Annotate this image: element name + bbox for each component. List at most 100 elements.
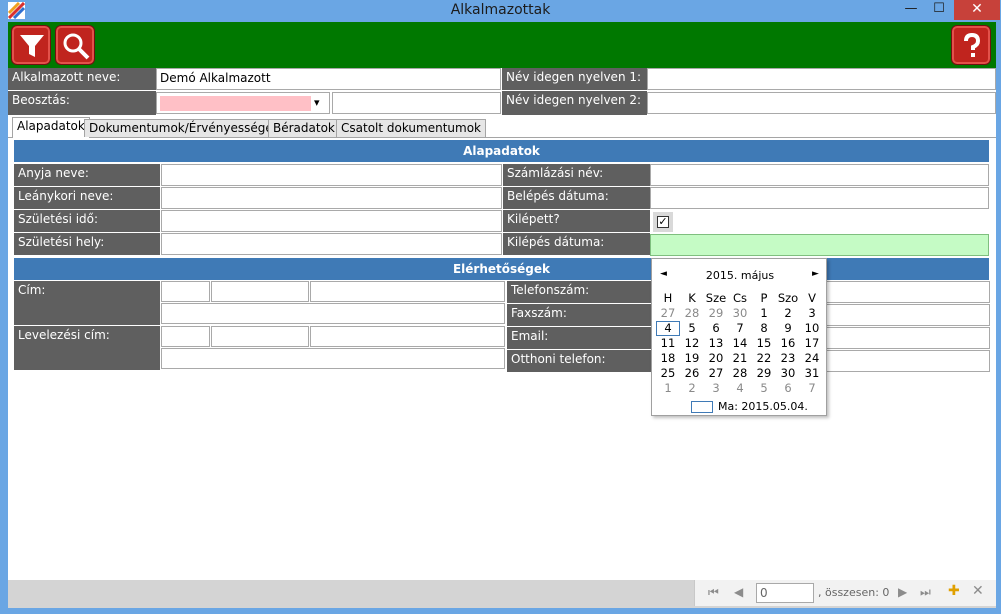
minimize-button[interactable]: —	[898, 0, 924, 20]
calendar-day[interactable]: 1	[752, 306, 776, 321]
position-label: Beosztás:	[8, 91, 156, 115]
last-record-icon[interactable]: ⏭	[920, 585, 931, 600]
calendar-day[interactable]: 25	[656, 366, 680, 381]
first-record-icon[interactable]: ⏮	[708, 585, 719, 600]
close-window-button[interactable]: ✕	[954, 0, 1000, 20]
position-extra-field[interactable]	[332, 92, 501, 114]
search-button[interactable]	[55, 25, 95, 65]
address-zip-field[interactable]	[161, 281, 210, 302]
calendar-day[interactable]: 5	[680, 321, 704, 336]
calendar-day[interactable]: 6	[776, 381, 800, 396]
filter-icon	[20, 35, 44, 57]
tab-salary[interactable]: Béradatok	[268, 119, 340, 137]
calendar-day[interactable]: 29	[752, 366, 776, 381]
calendar-day[interactable]: 22	[752, 351, 776, 366]
delete-record-icon[interactable]: ✕	[972, 583, 984, 599]
mail-line2-field[interactable]	[161, 348, 505, 369]
mail-zip-field[interactable]	[161, 326, 210, 347]
calendar-day[interactable]: 3	[704, 381, 728, 396]
calendar-day[interactable]: 11	[656, 336, 680, 351]
phone-field[interactable]	[825, 281, 990, 303]
calendar-day[interactable]: 26	[680, 366, 704, 381]
calendar-day[interactable]: 12	[680, 336, 704, 351]
calendar-day[interactable]: 30	[728, 306, 752, 321]
maiden-name-field[interactable]	[161, 187, 502, 209]
fax-field[interactable]	[825, 304, 990, 326]
add-record-icon[interactable]: ✚	[948, 583, 960, 599]
calendar-day[interactable]: 13	[704, 336, 728, 351]
calendar-day[interactable]: 24	[800, 351, 824, 366]
calendar-day[interactable]: 18	[656, 351, 680, 366]
email-field[interactable]	[825, 327, 990, 349]
calendar-day[interactable]: 28	[728, 366, 752, 381]
maximize-button[interactable]: ☐	[926, 0, 952, 20]
record-position-input[interactable]: 0	[756, 583, 814, 603]
calendar-day[interactable]: 27	[704, 366, 728, 381]
calendar-day[interactable]: 7	[728, 321, 752, 336]
calendar-day[interactable]: 27	[656, 306, 680, 321]
calendar-day[interactable]: 15	[752, 336, 776, 351]
foreign-name2-field[interactable]	[647, 92, 996, 114]
tab-documents[interactable]: Dokumentumok/Érvényességek	[84, 119, 285, 137]
calendar-day[interactable]: 7	[800, 381, 824, 396]
today-link[interactable]: Ma: 2015.05.04.	[718, 400, 808, 413]
previous-record-icon[interactable]: ◀	[734, 585, 743, 599]
calendar-day[interactable]: 21	[728, 351, 752, 366]
address-city-field[interactable]	[211, 281, 309, 302]
left-checkbox[interactable]: ✓	[653, 212, 673, 232]
tab-attached-documents[interactable]: Csatolt dokumentumok	[336, 119, 486, 137]
position-select[interactable]: ▾	[156, 92, 330, 114]
calendar-day[interactable]: 4	[728, 381, 752, 396]
address-street-field[interactable]	[310, 281, 505, 302]
weekday-header: Sze	[705, 291, 727, 305]
birth-date-field[interactable]	[161, 210, 502, 232]
weekday-header: Cs	[732, 291, 748, 305]
birth-place-field[interactable]	[161, 233, 502, 255]
calendar-day[interactable]: 17	[800, 336, 824, 351]
calendar-day[interactable]: 3	[800, 306, 824, 321]
calendar-day-today[interactable]: 4	[656, 321, 680, 336]
filter-button[interactable]	[11, 25, 51, 65]
calendar-day[interactable]: 10	[800, 321, 824, 336]
exit-date-field[interactable]	[650, 234, 989, 256]
entry-date-field[interactable]	[650, 187, 989, 209]
help-icon	[964, 32, 981, 57]
calendar-day[interactable]: 30	[776, 366, 800, 381]
tab-basic-data[interactable]: Alapadatok	[12, 117, 90, 138]
window-frame-left	[0, 22, 8, 614]
date-picker-popup: ◄ 2015. május ► H K Sze Cs P Szo V 27 28…	[651, 258, 827, 416]
calendar-day[interactable]: 31	[800, 366, 824, 381]
calendar-day[interactable]: 2	[776, 306, 800, 321]
calendar-week-row: 11 12 13 14 15 16 17	[656, 336, 824, 351]
calendar-day[interactable]: 28	[680, 306, 704, 321]
home-phone-field[interactable]	[825, 350, 990, 372]
employee-name-label: Alkalmazott neve:	[8, 68, 156, 90]
calendar-day[interactable]: 20	[704, 351, 728, 366]
calendar-day[interactable]: 1	[656, 381, 680, 396]
calendar-day[interactable]: 6	[704, 321, 728, 336]
address-line2-field[interactable]	[161, 303, 505, 324]
next-month-button[interactable]: ►	[812, 269, 819, 279]
mother-name-field[interactable]	[161, 164, 502, 186]
billing-name-label: Számlázási név:	[503, 164, 650, 186]
calendar-day[interactable]: 8	[752, 321, 776, 336]
calendar-day[interactable]: 5	[752, 381, 776, 396]
billing-name-field[interactable]	[650, 164, 989, 186]
today-marker-icon	[691, 401, 713, 413]
employee-name-field[interactable]: Demó Alkalmazott	[156, 68, 501, 90]
next-record-icon[interactable]: ▶	[898, 585, 907, 599]
calendar-day[interactable]: 29	[704, 306, 728, 321]
help-button[interactable]	[951, 25, 991, 65]
calendar-day[interactable]: 23	[776, 351, 800, 366]
foreign-name1-field[interactable]	[647, 68, 996, 90]
home-phone-label: Otthoni telefon:	[507, 350, 652, 372]
mail-street-field[interactable]	[310, 326, 505, 347]
calendar-month-title[interactable]: 2015. május	[652, 269, 828, 282]
mail-city-field[interactable]	[211, 326, 309, 347]
calendar-day[interactable]: 9	[776, 321, 800, 336]
calendar-day[interactable]: 14	[728, 336, 752, 351]
calendar-day[interactable]: 2	[680, 381, 704, 396]
calendar-day[interactable]: 16	[776, 336, 800, 351]
calendar-day[interactable]: 19	[680, 351, 704, 366]
window-title: Alkalmazottak	[450, 2, 551, 18]
